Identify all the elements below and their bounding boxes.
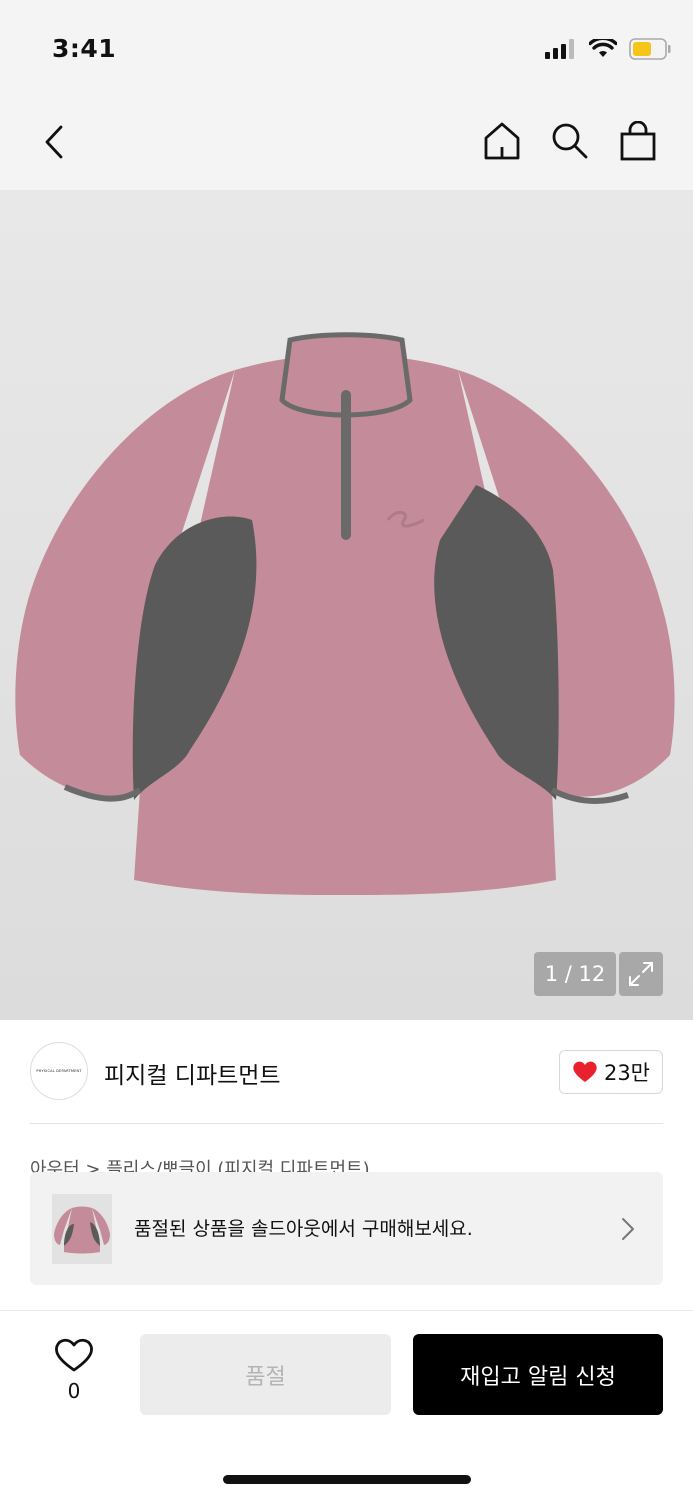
status-bar: 3:41 bbox=[0, 0, 693, 95]
chevron-left-icon bbox=[45, 125, 63, 159]
brand-like-count: 23만 bbox=[603, 1061, 650, 1085]
shopping-bag-icon bbox=[620, 121, 656, 161]
nav-actions bbox=[481, 119, 659, 163]
soldout-button[interactable]: 품절 bbox=[140, 1334, 391, 1415]
status-icons bbox=[545, 38, 671, 60]
nav-bar bbox=[0, 95, 693, 190]
back-button[interactable] bbox=[36, 120, 72, 164]
heart-outline-icon bbox=[55, 1338, 93, 1372]
image-counter: 1 / 12 bbox=[534, 952, 616, 996]
brand-row[interactable]: PHYSICAL DEPARTMENT 피지컬 디파트먼트 23만 bbox=[30, 1040, 663, 1124]
search-icon bbox=[552, 123, 588, 159]
thumbnail-image bbox=[54, 1206, 110, 1254]
banner-product-thumbnail bbox=[52, 1194, 112, 1264]
product-image bbox=[15, 332, 675, 895]
cart-button[interactable] bbox=[617, 119, 659, 163]
search-button[interactable] bbox=[549, 119, 591, 163]
status-time: 3:41 bbox=[52, 34, 117, 63]
product-image-gallery[interactable] bbox=[0, 190, 693, 1020]
home-icon bbox=[484, 122, 520, 160]
battery-icon bbox=[629, 38, 671, 60]
brand-logo[interactable]: PHYSICAL DEPARTMENT bbox=[30, 1042, 88, 1100]
wifi-icon bbox=[589, 39, 617, 57]
heart-filled-icon bbox=[573, 1061, 597, 1082]
signal-icon bbox=[545, 39, 574, 59]
brand-like-button[interactable]: 23만 bbox=[558, 1050, 663, 1094]
wishlist-button[interactable]: 0 bbox=[52, 1337, 96, 1403]
expand-icon bbox=[629, 962, 653, 986]
expand-image-button[interactable] bbox=[619, 952, 663, 996]
chevron-right-icon bbox=[622, 1218, 634, 1240]
category-breadcrumb[interactable]: 아우터 > 플리스/뽀글이 (피지컬 디파트먼트) bbox=[30, 1152, 663, 1174]
soldout-marketplace-banner[interactable]: 품절된 상품을 솔드아웃에서 구매해보세요. bbox=[30, 1172, 663, 1285]
home-indicator bbox=[223, 1475, 471, 1484]
brand-name[interactable]: 피지컬 디파트먼트 bbox=[104, 1056, 281, 1090]
home-button[interactable] bbox=[481, 119, 523, 163]
restock-alert-button[interactable]: 재입고 알림 신청 bbox=[413, 1334, 663, 1415]
banner-text: 품절된 상품을 솔드아웃에서 구매해보세요. bbox=[134, 1218, 473, 1240]
wishlist-count: 0 bbox=[67, 1379, 81, 1403]
bottom-action-bar: 0 품절 재입고 알림 신청 bbox=[0, 1311, 693, 1500]
